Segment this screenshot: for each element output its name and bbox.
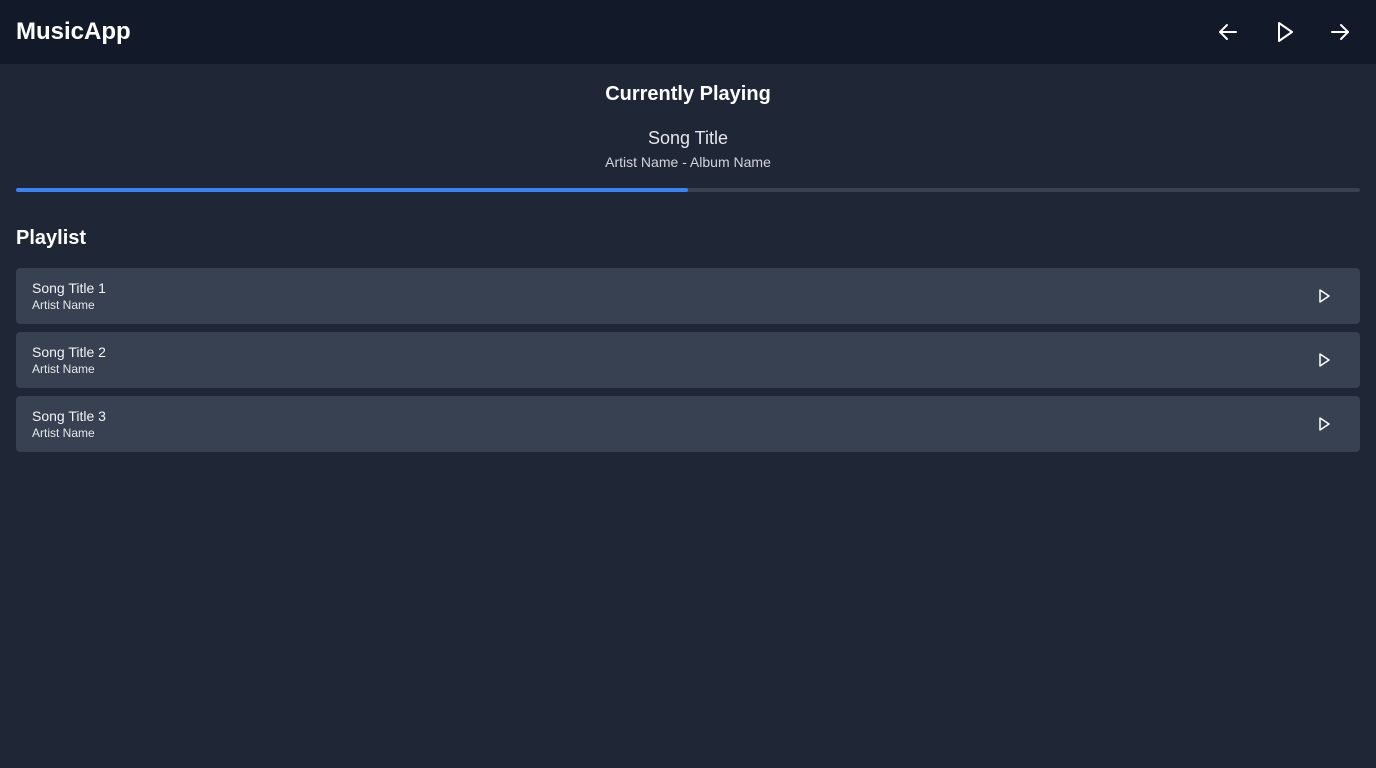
now-playing-artist-album: Artist Name - Album Name	[605, 154, 771, 170]
arrow-right-icon	[1331, 24, 1349, 40]
playlist-heading: Playlist	[16, 227, 87, 249]
now-playing-song-title: Song Title	[647, 128, 729, 148]
arrow-left-icon	[1219, 24, 1237, 40]
next-button[interactable]	[1324, 16, 1356, 48]
top-bar: MusicApp	[0, 0, 1376, 64]
now-playing-heading: Currently Playing	[605, 83, 771, 105]
track-title: Song Title 1	[32, 280, 106, 296]
track-play-button[interactable]	[1312, 284, 1336, 308]
play-icon	[1319, 289, 1330, 303]
track-play-button[interactable]	[1312, 412, 1336, 436]
track-artist: Artist Name	[32, 362, 95, 376]
track-play-button[interactable]	[1312, 348, 1336, 372]
app-title: MusicApp	[16, 18, 131, 45]
playlist-item[interactable]: Song Title 2 Artist Name	[16, 332, 1360, 388]
play-icon	[1278, 22, 1293, 42]
track-artist: Artist Name	[32, 426, 95, 440]
progress-bar-fill	[16, 188, 688, 192]
playlist-item[interactable]: Song Title 1 Artist Name	[16, 268, 1360, 324]
play-icon	[1319, 417, 1330, 431]
track-title: Song Title 2	[32, 344, 106, 360]
play-button[interactable]	[1268, 16, 1300, 48]
track-artist: Artist Name	[32, 298, 95, 312]
playlist-item[interactable]: Song Title 3 Artist Name	[16, 396, 1360, 452]
track-title: Song Title 3	[32, 408, 106, 424]
play-icon	[1319, 353, 1330, 367]
progress-bar[interactable]	[16, 188, 1360, 192]
previous-button[interactable]	[1212, 16, 1244, 48]
playlist: Song Title 1 Artist Name Song Title 2 Ar…	[16, 268, 1360, 460]
